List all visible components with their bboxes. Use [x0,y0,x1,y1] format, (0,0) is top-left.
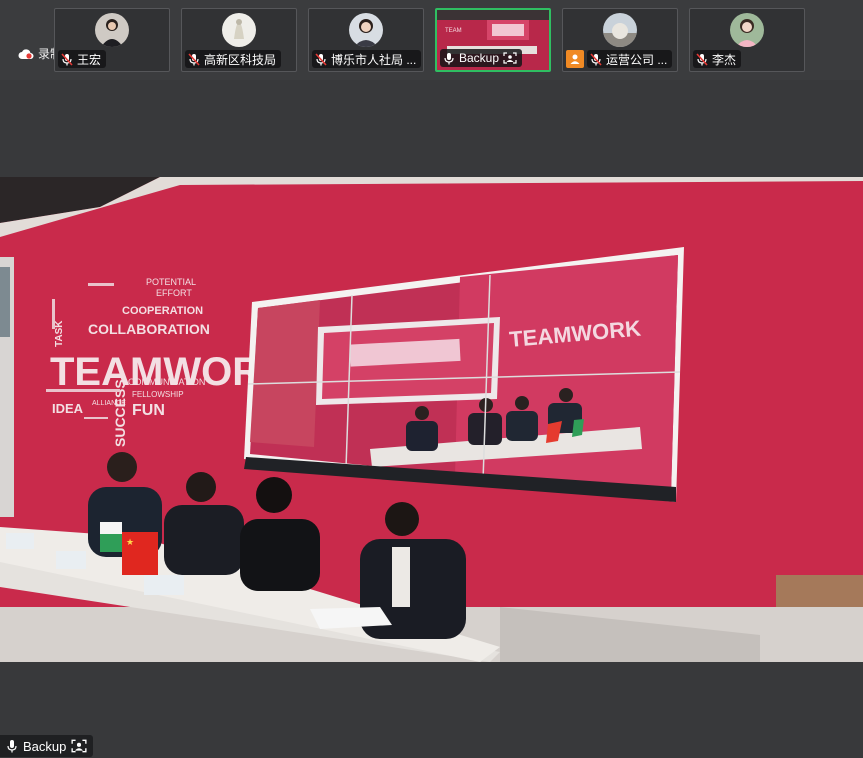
svg-text:★: ★ [126,537,134,547]
participant-namebar: 李杰 [693,50,742,68]
avatar [222,13,256,47]
mic-muted-icon [61,52,73,66]
wall-text-collaboration: COLLABORATION [88,321,210,337]
participant-name: 博乐市人社局 ... [331,52,417,67]
wall-text-fellowship: FELLOWSHIP [132,390,184,399]
wall-text-communication: COMMUNICATION [128,377,205,387]
mic-icon [7,740,17,753]
person-icon [566,50,584,68]
participant-namebar: 高新区科技局 [185,50,282,68]
video-letterbox-bottom [0,662,863,758]
participant-tile-6[interactable]: 李杰 [689,8,805,72]
wall-text-potential: POTENTIAL [146,277,196,287]
participant-namebar: 运营公司 ... [587,50,673,68]
participant-tile-1[interactable]: 王宏 [54,8,170,72]
avatar [95,13,129,47]
main-video-scene: TEAMWORK COLLABORATION COOPERATION POTEN… [0,177,863,662]
participant-namebar: 博乐市人社局 ... [312,50,422,68]
participant-tile-active[interactable]: TEAM Backup [435,8,551,72]
avatar [603,13,637,47]
participant-namebar: 王宏 [58,50,107,68]
wall-text-cooperation: COOPERATION [122,305,203,317]
screen-share-icon [71,739,87,753]
participant-tile-5[interactable]: 运营公司 ... [562,8,678,72]
participant-name: 高新区科技局 [204,52,277,67]
cloud-record-icon [18,48,34,59]
self-view-label[interactable]: Backup [0,735,94,757]
self-view-name: Backup [23,738,67,754]
main-video[interactable]: TEAMWORK COLLABORATION COOPERATION POTEN… [0,177,863,662]
wall-text-task: TASK [54,320,65,347]
participant-name: Backup [459,51,500,65]
mic-icon [444,52,454,64]
mic-muted-icon [590,52,602,66]
screen-share-icon [503,52,517,64]
wall-text-fun: FUN [132,402,165,419]
avatar [730,13,764,47]
wall-text-alliance: ALLIANCE [92,400,126,407]
svg-text:TEAM: TEAM [445,28,462,34]
wall-text-idea: IDEA [52,401,84,416]
video-letterbox-top [0,80,863,177]
mic-muted-icon [188,52,200,66]
participant-tile-2[interactable]: 高新区科技局 [181,8,297,72]
mic-muted-icon [315,52,327,66]
mic-muted-icon [696,52,708,66]
avatar [349,13,383,47]
participant-strip: 录制中 王宏 高新区科技局 博乐市人社局 ... [0,0,863,80]
participant-name: 运营公司 ... [606,52,668,67]
participant-namebar: Backup [440,49,523,67]
participant-name: 王宏 [77,52,102,67]
wall-text-effort: EFFORT [156,288,192,298]
participant-tile-3[interactable]: 博乐市人社局 ... [308,8,424,72]
participant-name: 李杰 [712,52,737,67]
